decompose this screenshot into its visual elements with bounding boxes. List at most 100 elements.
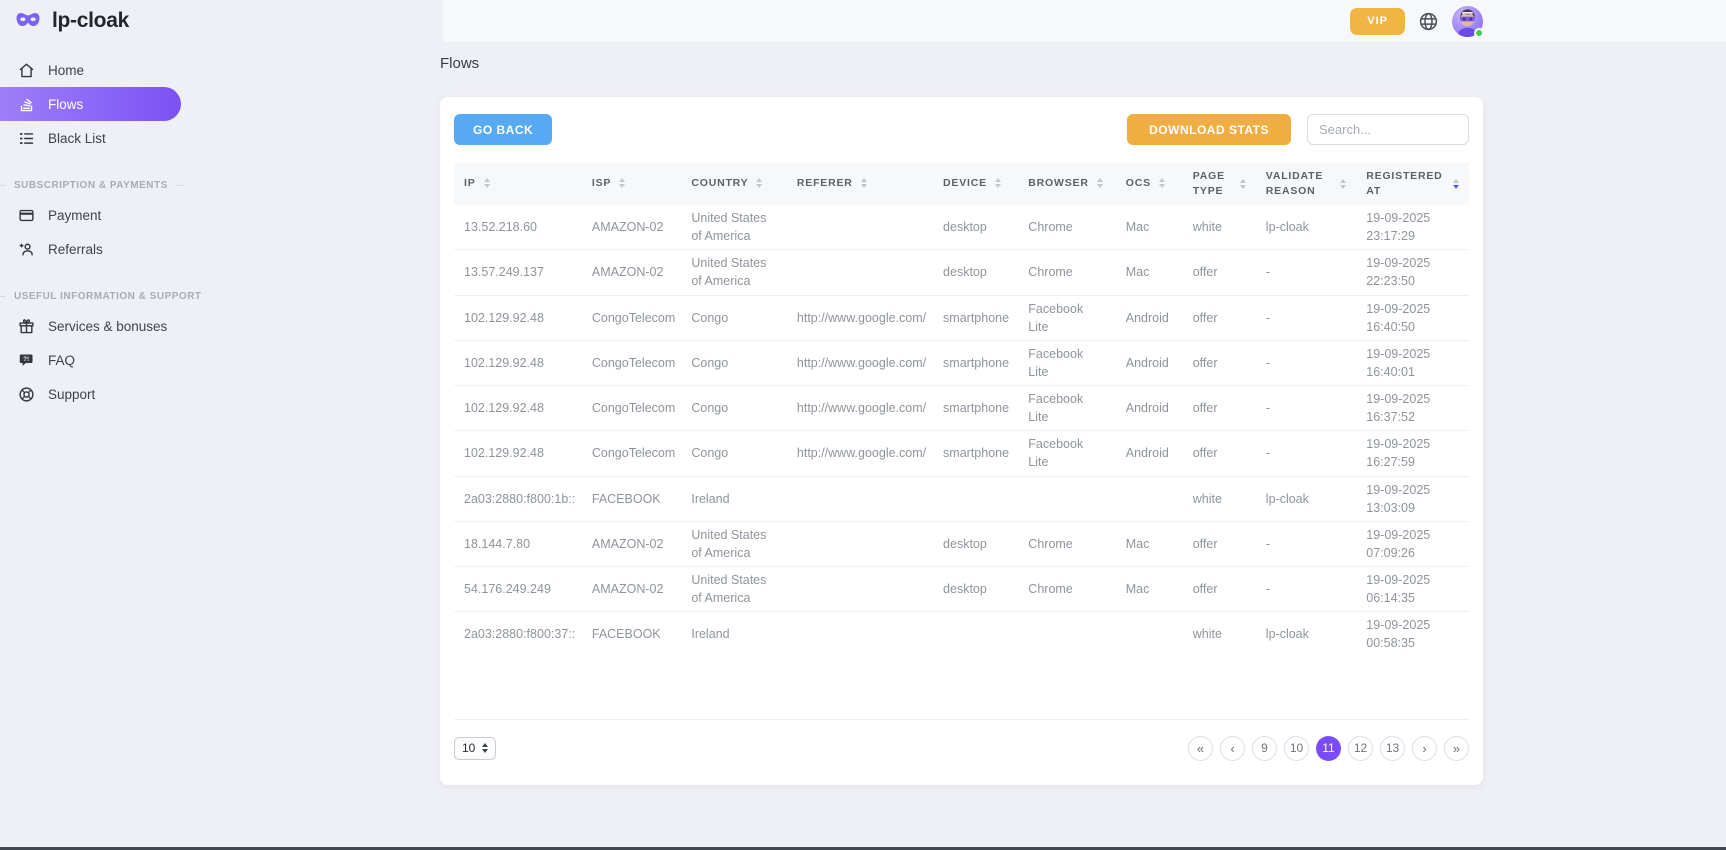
sidebar-item-home[interactable]: Home — [0, 53, 200, 87]
column-header-validate_reason[interactable]: VALIDATE REASON — [1256, 162, 1356, 205]
table-row: 102.129.92.48CongoTelecomCongohttp://www… — [454, 295, 1469, 340]
sort-icon[interactable] — [1097, 178, 1103, 188]
column-label: PAGE TYPE — [1193, 169, 1232, 197]
section-heading-subscription: SUBSCRIPTION & PAYMENTS — [0, 180, 200, 191]
cell-page_type: offer — [1183, 295, 1256, 340]
cell-device — [933, 476, 1018, 521]
pagination-page-9[interactable]: 9 — [1252, 736, 1277, 761]
cell-ocs: Mac — [1116, 205, 1183, 250]
cell-validate_reason: - — [1256, 340, 1356, 385]
cell-device: desktop — [933, 250, 1018, 295]
table-footer: 10 « ‹ 9 10 11 12 13 › » — [454, 736, 1469, 761]
cell-referer: http://www.google.com/ — [787, 295, 933, 340]
cell-referer — [787, 521, 933, 566]
table-row: 13.52.218.60AMAZON-02United States of Am… — [454, 205, 1469, 250]
table-row: 102.129.92.48CongoTelecomCongohttp://www… — [454, 431, 1469, 476]
language-globe-button[interactable] — [1418, 11, 1439, 32]
cell-ocs: Android — [1116, 386, 1183, 431]
pagination-page-12[interactable]: 12 — [1348, 736, 1373, 761]
card-toolbar: GO BACK DOWNLOAD STATS — [454, 114, 1469, 145]
sort-icon[interactable] — [995, 178, 1001, 188]
column-header-device[interactable]: DEVICE — [933, 162, 1018, 205]
sort-icon[interactable] — [484, 178, 490, 188]
pagination-first-button[interactable]: « — [1188, 736, 1213, 761]
cell-page_type: white — [1183, 612, 1256, 657]
sidebar-item-services-bonuses[interactable]: Services & bonuses — [0, 309, 200, 343]
pagination-page-10[interactable]: 10 — [1284, 736, 1309, 761]
cell-device — [933, 612, 1018, 657]
cell-isp: AMAZON-02 — [582, 521, 681, 566]
sidebar-item-support[interactable]: Support — [0, 377, 200, 411]
cell-isp: CongoTelecom — [582, 431, 681, 476]
sidebar-item-referrals[interactable]: Referrals — [0, 232, 200, 266]
cell-ip: 102.129.92.48 — [454, 295, 582, 340]
pagination-prev-button[interactable]: ‹ — [1220, 736, 1245, 761]
cell-device: smartphone — [933, 295, 1018, 340]
cell-device: desktop — [933, 521, 1018, 566]
cell-ip: 102.129.92.48 — [454, 431, 582, 476]
go-back-button[interactable]: GO BACK — [454, 114, 552, 145]
sidebar-item-payment[interactable]: Payment — [0, 198, 200, 232]
sidebar-item-label: FAQ — [48, 353, 75, 368]
cell-page_type: offer — [1183, 340, 1256, 385]
topbar-actions: VIP — [1350, 4, 1483, 38]
column-header-page_type[interactable]: PAGE TYPE — [1183, 162, 1256, 205]
brand-logo[interactable]: lp-cloak — [0, 0, 200, 42]
sort-icon[interactable] — [1453, 179, 1459, 189]
page-size-select[interactable]: 10 — [454, 737, 496, 760]
column-header-ip[interactable]: IP — [454, 162, 582, 205]
column-header-ocs[interactable]: OCS — [1116, 162, 1183, 205]
cell-referer — [787, 476, 933, 521]
cell-country: Ireland — [681, 476, 787, 521]
cell-isp: CongoTelecom — [582, 386, 681, 431]
sort-icon[interactable] — [1240, 179, 1246, 189]
avatar[interactable] — [1452, 6, 1483, 37]
column-header-referer[interactable]: REFERER — [787, 162, 933, 205]
column-header-registered_at[interactable]: REGISTERED AT — [1356, 162, 1469, 205]
cell-country: Congo — [681, 386, 787, 431]
search-input[interactable] — [1307, 114, 1469, 145]
cell-device: smartphone — [933, 340, 1018, 385]
cell-ocs: Android — [1116, 431, 1183, 476]
cell-page_type: white — [1183, 205, 1256, 250]
column-label: ISP — [592, 176, 611, 190]
cell-validate_reason: - — [1256, 295, 1356, 340]
cell-ip: 2a03:2880:f800:1b:: — [454, 476, 582, 521]
sort-icon[interactable] — [1159, 178, 1165, 188]
sort-icon[interactable] — [1340, 179, 1346, 189]
cell-country: Congo — [681, 295, 787, 340]
sidebar-item-flows[interactable]: Flows — [0, 87, 181, 121]
support-icon — [17, 385, 35, 403]
download-stats-button[interactable]: DOWNLOAD STATS — [1127, 114, 1291, 145]
sidebar-item-black-list[interactable]: Black List — [0, 121, 200, 155]
referrals-icon — [17, 240, 35, 258]
sidebar: lp-cloak Home Flows — [0, 0, 200, 850]
table-row: 54.176.249.249AMAZON-02United States of … — [454, 567, 1469, 612]
cell-page_type: offer — [1183, 567, 1256, 612]
pagination-page-13[interactable]: 13 — [1380, 736, 1405, 761]
column-header-country[interactable]: COUNTRY — [681, 162, 787, 205]
vip-button[interactable]: VIP — [1350, 8, 1405, 35]
column-label: IP — [464, 176, 476, 190]
cell-country: United States of America — [681, 567, 787, 612]
svg-text:?!: ?! — [23, 356, 29, 363]
cell-ip: 102.129.92.48 — [454, 386, 582, 431]
pagination-last-button[interactable]: » — [1444, 736, 1469, 761]
gift-icon — [17, 317, 35, 335]
cell-browser: Facebook Lite — [1018, 431, 1115, 476]
pagination-page-11[interactable]: 11 — [1316, 736, 1341, 761]
cell-device: desktop — [933, 567, 1018, 612]
mask-logo-icon — [13, 9, 43, 33]
sort-icon[interactable] — [756, 178, 762, 188]
cell-ip: 102.129.92.48 — [454, 340, 582, 385]
cell-validate_reason: lp-cloak — [1256, 476, 1356, 521]
payment-icon — [17, 206, 35, 224]
sort-icon[interactable] — [619, 178, 625, 188]
sidebar-item-faq[interactable]: ?! FAQ — [0, 343, 200, 377]
sort-icon[interactable] — [861, 178, 867, 188]
cell-device: desktop — [933, 205, 1018, 250]
column-header-browser[interactable]: BROWSER — [1018, 162, 1115, 205]
column-header-isp[interactable]: ISP — [582, 162, 681, 205]
pagination-next-button[interactable]: › — [1412, 736, 1437, 761]
cell-browser: Chrome — [1018, 521, 1115, 566]
